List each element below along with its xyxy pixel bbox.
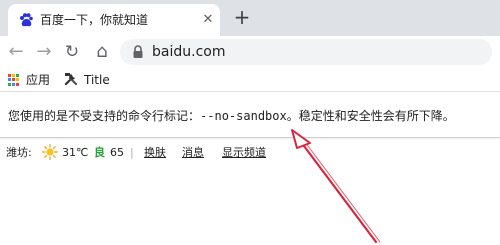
weather-city[interactable]: 潍坊: [6, 146, 32, 160]
messages-link[interactable]: 消息 [182, 146, 204, 160]
forward-button[interactable]: → [34, 42, 54, 62]
weather-temperature[interactable]: 31℃ [62, 146, 88, 160]
sun-icon[interactable] [42, 144, 58, 160]
baidu-paw-icon [20, 13, 33, 27]
show-channel-link[interactable]: 显示频道 [222, 146, 266, 160]
bookmark-apps[interactable]: 应用 [8, 72, 50, 88]
tab-baidu[interactable]: 百度一下，你就知道 ✕ [8, 4, 220, 36]
url-text[interactable]: baidu.com [152, 43, 225, 61]
bookmarks-bar: 应用 Title [0, 68, 500, 92]
reload-button[interactable]: ↻ [62, 42, 82, 62]
tools-icon [64, 73, 78, 86]
aqi-badge[interactable]: 良 [94, 146, 105, 160]
infobar-flag: --no-sandbox [200, 109, 287, 123]
lock-icon[interactable] [132, 45, 144, 59]
unsupported-flag-infobar: 您使用的是不受支持的命令行标记：--no-sandbox。稳定性和安全性会有所下… [0, 92, 500, 138]
new-tab-button[interactable]: + [232, 6, 252, 28]
tab-strip: 百度一下，你就知道 ✕ + [0, 0, 500, 36]
bookmark-label: 应用 [26, 73, 51, 87]
close-icon[interactable]: ✕ [200, 12, 216, 28]
bookmark-title[interactable]: Title [64, 72, 110, 88]
infobar-text-before: 您使用的是不受支持的命令行标记： [8, 109, 201, 123]
address-bar[interactable]: baidu.com [120, 39, 492, 65]
bookmark-label: Title [84, 73, 110, 87]
apps-grid-icon [8, 74, 20, 86]
back-button[interactable]: ← [6, 42, 26, 62]
baidu-top-bar: 潍坊: 31℃ 良 65 | 换肤 消息 显示频道 [0, 140, 500, 164]
toolbar: ← → ↻ ⌂ baidu.com [0, 36, 500, 68]
home-button[interactable]: ⌂ [92, 42, 112, 62]
change-skin-link[interactable]: 换肤 [144, 146, 166, 160]
infobar-message: 您使用的是不受支持的命令行标记：--no-sandbox。稳定性和安全性会有所下… [8, 108, 455, 124]
infobar-text-after: 。稳定性和安全性会有所下降。 [286, 109, 455, 123]
aqi-value[interactable]: 65 [110, 146, 124, 160]
separator: | [130, 146, 134, 159]
tab-title: 百度一下，你就知道 [40, 13, 149, 27]
